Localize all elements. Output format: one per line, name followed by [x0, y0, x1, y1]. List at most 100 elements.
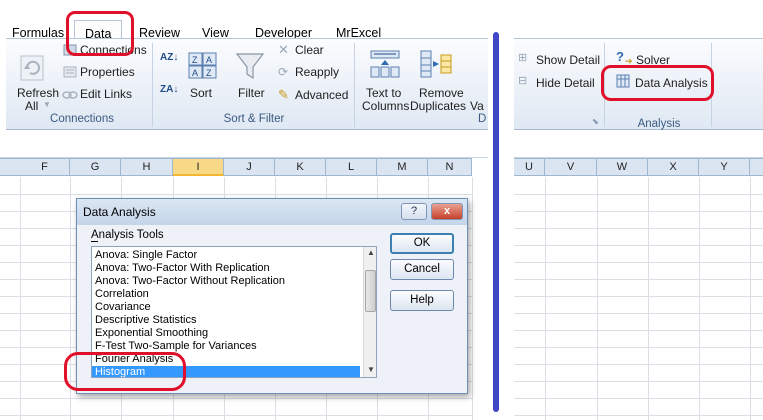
list-item[interactable]: Exponential Smoothing — [92, 327, 360, 340]
row-gridline — [514, 415, 763, 416]
data-validation-label-truncated[interactable]: Va — [470, 99, 484, 113]
formula-bar-area — [514, 142, 763, 158]
list-item[interactable]: Descriptive Statistics — [92, 314, 360, 327]
list-scrollbar[interactable]: ▲ ▼ — [363, 247, 376, 377]
column-gridline — [472, 177, 473, 420]
analysis-group-label: Analysis — [637, 118, 681, 130]
column-header-k[interactable]: K — [275, 159, 326, 176]
row-gridline — [514, 194, 763, 195]
column-header-x[interactable]: X — [648, 159, 699, 176]
list-item[interactable]: Anova: Two-Factor With Replication — [92, 262, 360, 275]
svg-text:A: A — [192, 68, 198, 78]
dropdown-arrow-icon[interactable]: ▼ — [43, 100, 51, 109]
connections-group-label: Connections — [50, 113, 114, 125]
scroll-thumb[interactable] — [365, 270, 376, 312]
solver-icon: ? — [616, 49, 624, 64]
analysis-tools-label: Analysis Tools — [91, 229, 164, 241]
sort-button[interactable]: Sort — [190, 86, 212, 100]
reapply-icon: ⟳ — [278, 65, 289, 79]
row-gridline — [514, 245, 763, 246]
row-gridline — [514, 228, 763, 229]
help-button[interactable]: Help — [390, 290, 454, 311]
edit-links-button[interactable]: Edit Links — [80, 87, 132, 101]
row-gridline — [514, 330, 763, 331]
column-gridline — [545, 177, 546, 420]
data-tools-group-label: D — [478, 113, 487, 125]
scroll-down-icon[interactable]: ▼ — [367, 365, 375, 374]
text-to-columns-label-2[interactable]: Columns — [362, 99, 409, 113]
advanced-button[interactable]: Advanced — [295, 88, 348, 102]
column-gridline — [750, 177, 751, 420]
row-gridline — [514, 398, 763, 399]
annotation-oval-data-tab — [66, 11, 134, 56]
column-header-m[interactable]: M — [377, 159, 428, 176]
accesskey-underline — [91, 241, 98, 242]
dialog-launcher-icon[interactable]: ⬊ — [592, 117, 599, 126]
annotation-oval-data-analysis — [601, 65, 714, 101]
column-header-l[interactable]: L — [326, 159, 377, 176]
sort-filter-group-label: Sort & Filter — [223, 113, 285, 125]
list-item[interactable]: Anova: Two-Factor Without Replication — [92, 275, 360, 288]
filter-icon — [235, 51, 265, 81]
column-header-i[interactable]: I — [173, 159, 224, 176]
list-item[interactable]: Covariance — [92, 301, 360, 314]
column-header-u[interactable]: U — [514, 159, 545, 176]
cell-grid[interactable] — [514, 177, 763, 420]
column-gridline — [699, 177, 700, 420]
cancel-button[interactable]: Cancel — [390, 259, 454, 280]
remove-duplicates-label-2[interactable]: Duplicates — [410, 99, 466, 113]
refresh-all-label-2[interactable]: All — [25, 99, 38, 113]
row-gridline — [514, 262, 763, 263]
sort-za-label: ZA — [160, 84, 174, 95]
column-headers: U V W X Y — [514, 158, 763, 176]
sort-za-button[interactable]: ZA↓ — [160, 84, 178, 95]
show-detail-button[interactable]: Show Detail — [536, 53, 600, 67]
hide-detail-icon: ⊟ — [518, 75, 528, 87]
group-divider — [152, 43, 153, 127]
help-icon-button[interactable]: ? — [401, 203, 427, 220]
column-header-j[interactable]: J — [224, 159, 275, 176]
ok-button[interactable]: OK — [390, 233, 454, 254]
row-gridline — [514, 211, 763, 212]
list-item[interactable]: Anova: Single Factor — [92, 249, 360, 262]
row-gridline — [514, 381, 763, 382]
column-gridline — [597, 177, 598, 420]
column-header-w[interactable]: W — [597, 159, 648, 176]
remove-duplicates-icon — [420, 49, 452, 79]
column-header-f[interactable]: F — [20, 159, 70, 176]
sort-az-label: AZ — [160, 52, 174, 63]
advanced-filter-icon: ✎ — [278, 87, 289, 102]
column-header-h[interactable]: H — [121, 159, 173, 176]
refresh-all-label-1[interactable]: Refresh — [17, 86, 59, 100]
row-gridline — [514, 364, 763, 365]
column-gridline — [648, 177, 649, 420]
dialog-titlebar[interactable]: Data Analysis ? x — [77, 199, 467, 225]
column-header-g[interactable]: G — [70, 159, 121, 176]
column-header-y[interactable]: Y — [699, 159, 750, 176]
row-gridline — [514, 279, 763, 280]
row-gridline — [514, 313, 763, 314]
close-button[interactable]: x — [431, 203, 463, 220]
sort-az-button[interactable]: AZ↓ — [160, 52, 178, 63]
filter-button[interactable]: Filter — [238, 86, 265, 100]
svg-text:A: A — [206, 55, 212, 65]
text-to-columns-icon — [370, 49, 400, 79]
svg-text:Z: Z — [206, 68, 212, 78]
remove-duplicates-label-1[interactable]: Remove — [419, 86, 464, 100]
column-header-n[interactable]: N — [428, 159, 472, 176]
formula-bar-area — [0, 142, 488, 158]
right-excel-panel: ⊞ Show Detail ⊟ Hide Detail ⬊ ? ➔ Solver… — [514, 0, 763, 420]
properties-button[interactable]: Properties — [80, 65, 135, 79]
reapply-button[interactable]: Reapply — [295, 65, 339, 79]
column-headers: F G H I J K L M N — [0, 158, 472, 176]
left-excel-panel: Formulas Data Review View Developer MrEx… — [0, 0, 488, 420]
scroll-up-icon[interactable]: ▲ — [367, 248, 375, 257]
row-gridline — [514, 296, 763, 297]
row-gridline — [514, 347, 763, 348]
refresh-icon — [18, 53, 48, 83]
list-item[interactable]: Correlation — [92, 288, 360, 301]
clear-button[interactable]: Clear — [295, 43, 324, 57]
column-header-v[interactable]: V — [545, 159, 597, 176]
hide-detail-button[interactable]: Hide Detail — [536, 76, 595, 90]
text-to-columns-label-1[interactable]: Text to — [366, 86, 401, 100]
